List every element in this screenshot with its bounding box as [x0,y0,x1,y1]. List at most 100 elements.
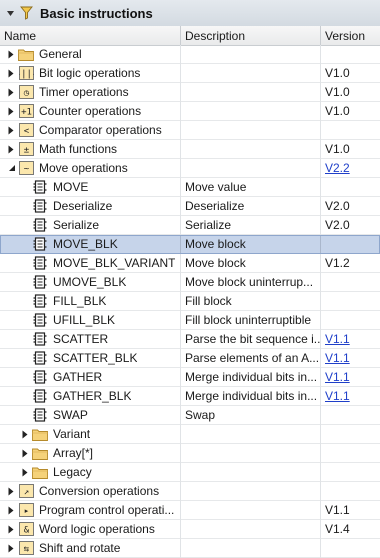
tree-row[interactable]: Legacy [0,462,380,482]
tree-row[interactable]: FILL_BLK Fill block [0,291,380,311]
expand-arrow-icon[interactable] [4,83,18,102]
tree-row-label: Word logic operations [39,522,155,536]
expand-arrow-icon[interactable] [4,501,18,520]
tree-row-label: Array[*] [53,446,94,460]
tree-row-name-cell: SCATTER [0,329,181,349]
tree-row-label: SWAP [53,408,88,422]
tree-row-version: V2.0 [325,199,350,213]
tree-row[interactable]: GATHER Merge individual bits in... V1.1 [0,367,380,387]
tree-row-name-cell: Serialize [0,215,181,235]
tree-row[interactable]: MOVE_BLK_VARIANT Move block V1.2 [0,253,380,273]
tree-row-description: Merge individual bits in... [181,386,321,406]
tree-row[interactable]: General [0,44,380,64]
tree-row[interactable]: ⇆ Shift and rotate [0,538,380,558]
tree-row-description [181,101,321,121]
tree-row-version: V1.0 [325,85,350,99]
tree-row-description [181,519,321,539]
tree-row[interactable]: SWAP Swap [0,405,380,425]
tree-row[interactable]: SCATTER Parse the bit sequence i... V1.1 [0,329,380,349]
expand-arrow-icon[interactable] [4,520,18,539]
tree-row-version [321,178,380,197]
instruction-block-icon [32,237,48,251]
expand-arrow-icon[interactable] [4,102,18,121]
tree-row[interactable]: ▸ Program control operati... V1.1 [0,500,380,520]
tree-row[interactable]: UMOVE_BLK Move block uninterrup... [0,272,380,292]
column-version-header[interactable]: Version [321,26,380,45]
expand-arrow-icon[interactable] [4,482,18,501]
program-control-icon: ▸ [18,503,34,517]
column-name-header[interactable]: Name [0,26,181,45]
tree-row-version: V1.1 [325,503,350,517]
folder-icon [32,446,48,460]
tree-row-name-cell: Legacy [0,462,181,482]
tree-row-version: V2.2 [321,159,380,178]
tree-row[interactable]: +1 Counter operations V1.0 [0,101,380,121]
version-link[interactable]: V1.1 [325,389,350,403]
tree-row[interactable]: Serialize Serialize V2.0 [0,215,380,235]
expand-arrow-icon[interactable] [18,444,32,463]
tree-row[interactable]: ~ Move operations V2.2 [0,158,380,178]
expand-arrow-icon[interactable] [18,463,32,482]
tree-row-description [181,158,321,178]
version-link[interactable]: V2.2 [325,161,350,175]
tree-row-label: Counter operations [39,104,142,118]
expand-arrow-icon[interactable] [4,64,18,83]
version-link[interactable]: V1.1 [325,351,350,365]
tree-row[interactable]: UFILL_BLK Fill block uninterruptible [0,310,380,330]
tree-row-label: UMOVE_BLK [53,275,127,289]
version-link[interactable]: V1.1 [325,370,350,384]
tree-row[interactable]: GATHER_BLK Merge individual bits in... V1.… [0,386,380,406]
expand-arrow-icon[interactable] [4,45,18,64]
tree-row-label: Conversion operations [39,484,160,498]
filter-icon[interactable] [20,6,36,20]
tree-row-name-cell: General [0,44,181,64]
column-header: Name Description Version [0,26,380,46]
tree-row[interactable]: ± Math functions V1.0 [0,139,380,159]
collapse-pane-icon[interactable] [0,9,20,18]
expand-arrow-icon[interactable] [4,140,18,159]
tree-row-name-cell: Variant [0,424,181,444]
tree-row[interactable]: Array[*] [0,443,380,463]
tree-row-label: Program control operati... [39,503,175,517]
tree-row-description: Move value [181,177,321,197]
tree-row-version: V1.1 [321,387,380,406]
collapse-arrow-icon[interactable] [4,159,18,178]
tree-row[interactable]: SCATTER_BLK Parse elements of an A... V1.1 [0,348,380,368]
expand-arrow-icon[interactable] [4,121,18,140]
tree-row[interactable]: MOVE Move value [0,177,380,197]
tree-row-name-cell: Deserialize [0,196,181,216]
column-description-header[interactable]: Description [181,26,321,45]
tree-row-name-cell: GATHER [0,367,181,387]
tree-row[interactable]: MOVE_BLK Move block [0,234,380,254]
tree-row-name-cell: GATHER_BLK [0,386,181,406]
version-link[interactable]: V1.1 [325,332,350,346]
tree-row[interactable]: Deserialize Deserialize V2.0 [0,196,380,216]
tree-row[interactable]: -||- Bit logic operations V1.0 [0,63,380,83]
tree-row-version [321,235,380,254]
tree-row-name-cell: ~ Move operations [0,158,181,178]
expand-arrow-icon[interactable] [4,539,18,558]
tree-row-version [321,45,380,64]
svg-text:±: ± [23,146,29,156]
tree-row[interactable]: ↗ Conversion operations [0,481,380,501]
tree-row[interactable]: < Comparator operations [0,120,380,140]
tree-row[interactable]: Variant [0,424,380,444]
svg-text:↗: ↗ [23,488,28,498]
instruction-block-icon [32,180,48,194]
tree-row-label: MOVE_BLK_VARIANT [53,256,176,270]
tree-row-description: Deserialize [181,196,321,216]
instruction-block-icon [32,199,48,213]
tree-row-name-cell: -||- Bit logic operations [0,63,181,83]
tree-row-description [181,120,321,140]
expand-arrow-icon[interactable] [18,425,32,444]
tree-row[interactable]: ◷ Timer operations V1.0 [0,82,380,102]
tree-row-label: FILL_BLK [53,294,107,308]
conversion-icon: ↗ [18,484,34,498]
tree-row-label: UFILL_BLK [53,313,116,327]
tree-row[interactable]: & Word logic operations V1.4 [0,519,380,539]
